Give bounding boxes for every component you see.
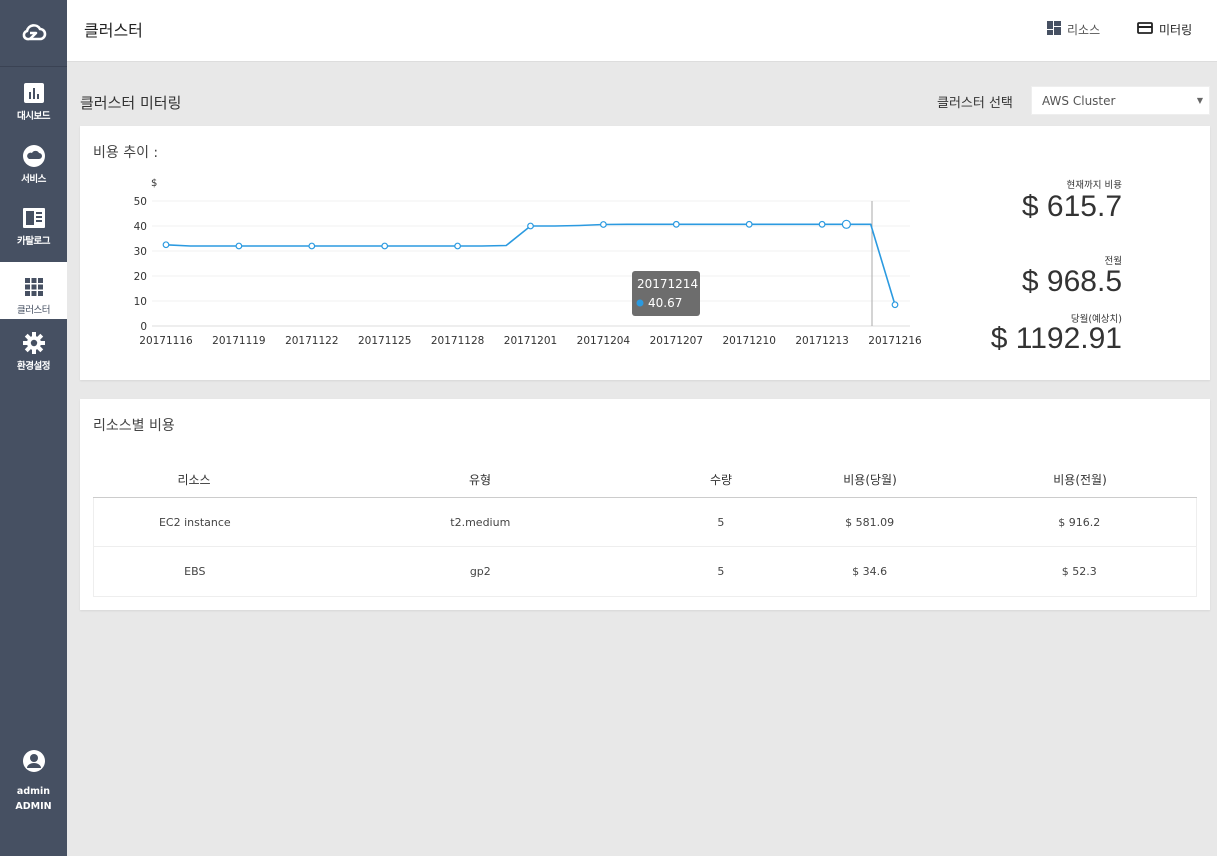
data-point[interactable] xyxy=(381,242,389,250)
table-row[interactable]: EBS gp2 5 $ 34.6 $ 52.3 xyxy=(94,547,1196,596)
sidebar-item-label: 환경설정 xyxy=(17,361,50,372)
table-cell: EBS xyxy=(184,565,206,578)
data-point[interactable] xyxy=(841,219,852,229)
tooltip-marker xyxy=(636,299,644,307)
cluster-select-label: 클러스터 선택 xyxy=(937,96,1013,111)
column-header[interactable]: 유형 xyxy=(295,471,665,488)
logo[interactable] xyxy=(0,0,67,67)
table-cell: 5 xyxy=(717,565,725,578)
resource-button-label: 리소스 xyxy=(1067,23,1101,37)
table-body: EC2 instance t2.medium 5 $ 581.09 $ 916.… xyxy=(93,498,1197,597)
metering-button[interactable]: 미터링 xyxy=(1137,21,1192,38)
cost-forecast-value: $ 1192.91 xyxy=(990,322,1122,355)
data-point[interactable] xyxy=(308,242,316,250)
header: 클러스터 리소스 미터링 xyxy=(67,0,1217,62)
sidebar-item-settings[interactable]: 환경설정 xyxy=(0,318,67,375)
grid-icon xyxy=(23,276,45,298)
user-avatar-icon xyxy=(22,750,45,776)
x-tick-label: 20171204 xyxy=(577,335,631,347)
x-tick-label: 20171122 xyxy=(285,335,338,347)
user-name: admin xyxy=(16,786,51,797)
metering-button-label: 미터링 xyxy=(1159,23,1193,37)
table-cell: $ 916.2 xyxy=(1058,515,1101,529)
column-header[interactable]: 리소스 xyxy=(93,471,295,488)
x-tick-label: 20171210 xyxy=(722,335,775,347)
sidebar-item-dashboard[interactable]: 대시보드 xyxy=(0,68,67,125)
column-header[interactable]: 수량 xyxy=(665,471,777,488)
table-header: 리소스 유형 수량 비용(당월) 비용(전월) xyxy=(93,462,1197,498)
y-tick-label: 10 xyxy=(134,296,147,308)
column-header[interactable]: 비용(당월) xyxy=(777,471,963,488)
table-cell: t2.medium xyxy=(450,515,511,529)
cost-prev-month-value: $ 968.5 xyxy=(1021,265,1122,298)
data-point[interactable] xyxy=(672,220,680,228)
data-point[interactable] xyxy=(454,242,462,250)
sidebar-item-service[interactable]: 서비스 xyxy=(0,131,67,188)
x-tick-label: 20171125 xyxy=(358,335,411,347)
y-tick-label: 40 xyxy=(134,221,147,233)
cost-to-date-value: $ 615.7 xyxy=(1021,190,1122,223)
user-profile[interactable]: admin ADMIN xyxy=(0,750,67,812)
sidebar-item-label: 대시보드 xyxy=(17,111,50,122)
x-tick-label: 20171128 xyxy=(431,335,484,347)
cost-series-line xyxy=(165,223,896,306)
dashboard-icon xyxy=(23,82,45,104)
resource-cost-title: 리소스별 비용 xyxy=(93,418,175,434)
data-point[interactable] xyxy=(891,301,899,309)
logo-icon xyxy=(22,24,46,41)
data-point[interactable] xyxy=(527,222,534,230)
chart-y-unit: $ xyxy=(151,178,157,189)
sidebar: 대시보드 서비스 카탈로그 클러스터 환경설정 admin ADMIN xyxy=(0,0,67,856)
resource-cost-table: 리소스 유형 수량 비용(당월) 비용(전월) EC2 instance t2.… xyxy=(93,462,1197,597)
sidebar-item-catalog[interactable]: 카탈로그 xyxy=(0,193,67,250)
y-tick-label: 50 xyxy=(134,196,147,208)
y-tick-label: 0 xyxy=(140,321,147,333)
data-point[interactable] xyxy=(235,242,243,250)
x-tick-label: 20171119 xyxy=(212,335,265,347)
sidebar-item-cluster[interactable]: 클러스터 xyxy=(0,262,67,319)
resource-button[interactable]: 리소스 xyxy=(1047,21,1100,38)
data-point[interactable] xyxy=(600,221,607,228)
table-cell: gp2 xyxy=(469,565,491,578)
sidebar-item-label: 카탈로그 xyxy=(17,236,50,247)
sidebar-item-label: 클러스터 xyxy=(17,305,50,316)
chart-tooltip: 20171214 40.67 xyxy=(632,271,700,316)
table-cell: 5 xyxy=(717,515,725,529)
cluster-select-value: AWS Cluster xyxy=(1042,94,1116,108)
table-row[interactable]: EC2 instance t2.medium 5 $ 581.09 $ 916.… xyxy=(94,498,1196,547)
tooltip-date: 20171214 xyxy=(637,277,698,291)
table-cell: $ 52.3 xyxy=(1061,565,1097,578)
resource-grid-icon xyxy=(1047,21,1061,38)
cloud-icon xyxy=(22,145,45,167)
x-tick-label: 20171213 xyxy=(795,335,848,347)
cost-trend-card: 비용 추이 : $ 0 10 20 30 40 50 20171116 20171119 20… xyxy=(80,126,1210,380)
x-tick-label: 20171207 xyxy=(650,335,703,347)
resource-cost-card: 리소스별 비용 리소스 유형 수량 비용(당월) 비용(전월) EC2 inst… xyxy=(80,399,1210,610)
data-point[interactable] xyxy=(818,220,826,228)
page-title: 클러스터 xyxy=(84,21,143,40)
gear-icon xyxy=(22,332,45,354)
y-tick-label: 30 xyxy=(134,246,147,258)
cost-to-date-label: 현재까지 비용 xyxy=(1066,180,1122,191)
user-role: ADMIN xyxy=(15,801,52,812)
table-cell: $ 34.6 xyxy=(852,565,888,578)
tooltip-value: 40.67 xyxy=(648,296,682,310)
x-tick-label: 20171116 xyxy=(139,335,193,347)
section-title: 클러스터 미터링 xyxy=(80,94,182,112)
table-cell: EC2 instance xyxy=(158,515,231,529)
x-tick-label: 20171201 xyxy=(504,335,557,347)
column-header[interactable]: 비용(전월) xyxy=(963,471,1197,488)
table-cell: $ 581.09 xyxy=(845,515,895,529)
cluster-select[interactable]: AWS Cluster ▼ xyxy=(1031,86,1210,115)
x-tick-label: 20171216 xyxy=(868,335,922,347)
card-icon xyxy=(1137,22,1153,37)
y-tick-label: 20 xyxy=(134,271,147,283)
chevron-down-icon: ▼ xyxy=(1196,96,1203,105)
cost-trend-chart[interactable]: $ 0 10 20 30 40 50 20171116 20171119 20171122 20… xyxy=(80,126,940,356)
sidebar-item-label: 서비스 xyxy=(21,174,46,185)
data-point[interactable] xyxy=(745,220,753,228)
data-point[interactable] xyxy=(162,241,170,249)
catalog-icon xyxy=(22,207,45,229)
